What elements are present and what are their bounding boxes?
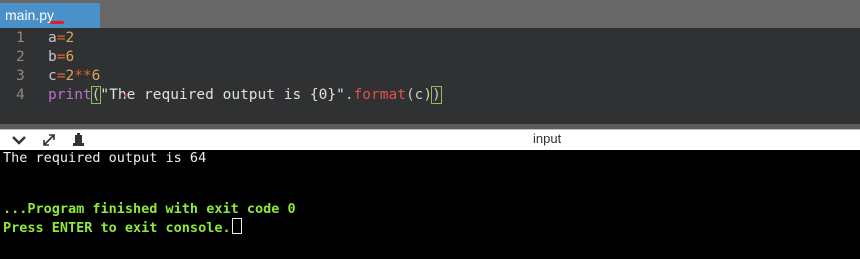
console-output-line: The required output is 64 — [3, 150, 207, 166]
code-line[interactable]: 2 b=6 — [0, 48, 860, 67]
terminal-cursor — [231, 218, 242, 234]
tab-annotation-mark — [50, 21, 64, 24]
console-output[interactable]: The required output is 64 ...Program fin… — [0, 150, 860, 259]
line-number: 3 — [16, 68, 25, 84]
code-editor[interactable]: 1 a=2 2 b=6 3 c=2**6 4 print("The requir… — [0, 28, 860, 124]
tab-label: main.py — [5, 7, 55, 23]
line-number: 1 — [16, 30, 25, 46]
line-number: 4 — [16, 87, 25, 103]
text-cursor — [440, 86, 442, 102]
tab-bar: main.py — [0, 0, 860, 28]
annotation-dot — [124, 94, 127, 97]
code-text: print("The required output is {0}".forma… — [48, 86, 442, 104]
code-line[interactable]: 1 a=2 — [0, 29, 860, 48]
code-line[interactable]: 3 c=2**6 — [0, 67, 860, 86]
console-toolbar: input — [0, 129, 860, 150]
code-text: a=2 — [48, 30, 75, 46]
console-title: input — [533, 131, 562, 146]
console-finish-line: ...Program finished with exit code 0 — [3, 201, 296, 217]
console-exit-line: Press ENTER to exit console. — [3, 218, 242, 237]
clear-console-icon[interactable] — [70, 132, 88, 148]
expand-arrows-icon[interactable] — [40, 132, 58, 148]
chevron-down-icon[interactable] — [10, 132, 28, 148]
code-text: c=2**6 — [48, 68, 101, 84]
code-line[interactable]: 4 print("The required output is {0}".for… — [0, 86, 860, 105]
tab-main-py[interactable]: main.py — [0, 3, 100, 28]
line-number: 2 — [16, 49, 25, 65]
code-text: b=6 — [48, 49, 75, 65]
